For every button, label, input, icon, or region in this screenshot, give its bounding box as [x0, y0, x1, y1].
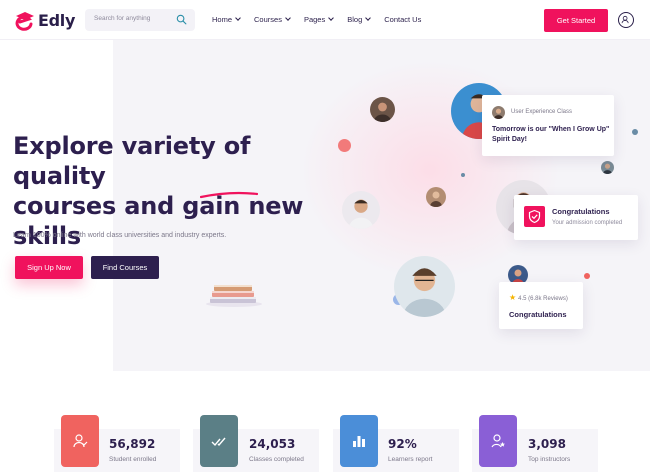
- stat-label: Student enrolled: [109, 456, 157, 463]
- decor-dot: [461, 173, 465, 177]
- check-icon: [211, 437, 226, 447]
- star-icon: ★: [509, 293, 517, 302]
- stat-icon-box: [340, 415, 378, 467]
- search-placeholder: Search for anything: [94, 15, 151, 22]
- nav-item-courses[interactable]: Courses: [254, 15, 291, 24]
- admission-badge-icon: [524, 206, 545, 227]
- nav-item-blog[interactable]: Blog: [347, 15, 372, 24]
- site-header: Edly Search for anything Home Courses Pa…: [0, 0, 650, 40]
- decor-dot: [338, 139, 351, 152]
- decor-dot: [584, 273, 590, 279]
- instructor-avatar: [492, 106, 505, 119]
- nav-label: Blog: [347, 15, 363, 24]
- student-icon: [73, 434, 88, 448]
- stat-label: Classes completed: [249, 456, 304, 463]
- stat-icon-box: [479, 415, 517, 467]
- chevron-down-icon: [365, 15, 372, 21]
- stat-value: 56,892: [109, 437, 156, 451]
- stat-value: 3,098: [528, 437, 566, 451]
- main-nav: Home Courses Pages Blog Contact Us: [212, 15, 435, 24]
- chevron-down-icon: [328, 15, 335, 21]
- student-avatar: [601, 161, 614, 174]
- sign-up-button[interactable]: Sign Up Now: [15, 256, 83, 279]
- class-tag: User Experience Class: [511, 109, 573, 115]
- class-message: Tomorrow is our "When I Grow Up" Spirit …: [492, 126, 610, 143]
- logo[interactable]: Edly: [14, 9, 75, 31]
- admission-subtitle: Your admission completed: [552, 220, 623, 226]
- nav-label: Contact Us: [384, 15, 422, 24]
- student-avatar: [394, 256, 455, 317]
- nav-item-home[interactable]: Home: [212, 15, 241, 24]
- hero-subtitle: Learn 100% online with world class unive…: [13, 232, 227, 239]
- user-account-button[interactable]: [618, 12, 634, 28]
- search-icon[interactable]: [176, 14, 187, 25]
- nav-item-pages[interactable]: Pages: [303, 15, 335, 24]
- rating-title: Congratulations: [509, 310, 567, 319]
- hero-glow: [300, 60, 560, 280]
- nav-label: Courses: [254, 15, 282, 24]
- class-notification-card: User Experience Class Tomorrow is our "W…: [482, 95, 614, 156]
- find-courses-button[interactable]: Find Courses: [91, 256, 159, 279]
- stat-value: 24,053: [249, 437, 296, 451]
- rating-card: ★ 4.5 (6.8k Reviews) Congratulations: [499, 282, 583, 329]
- chevron-down-icon: [235, 15, 241, 21]
- student-avatar: [342, 191, 380, 229]
- hero-title-line-1: Explore variety of quality: [13, 132, 251, 190]
- stat-icon-box: [200, 415, 238, 467]
- student-avatar: [426, 187, 446, 207]
- nav-label: Pages: [303, 15, 326, 24]
- stat-value: 92%: [388, 437, 417, 451]
- decor-dot: [632, 129, 638, 135]
- stat-label: Learners report: [388, 456, 433, 463]
- stat-icon-box: [61, 415, 99, 467]
- nav-label: Home: [212, 15, 233, 24]
- logo-mark-icon: [15, 12, 34, 31]
- logo-text: Edly: [38, 10, 76, 30]
- student-avatar: [370, 97, 395, 122]
- admission-card: Congratulations Your admission completed: [514, 195, 638, 240]
- hero-title-line-2: courses and gain new: [13, 191, 333, 221]
- admission-title: Congratulations: [552, 207, 610, 216]
- nav-item-contact[interactable]: Contact Us: [384, 15, 421, 24]
- chevron-down-icon: [285, 15, 291, 21]
- get-started-button[interactable]: Get Started: [544, 9, 608, 32]
- user-icon: [621, 15, 629, 24]
- rating-text: 4.5 (6.8k Reviews): [518, 296, 568, 302]
- search-input[interactable]: Search for anything: [85, 9, 195, 31]
- rating-row: ★ 4.5 (6.8k Reviews): [509, 293, 568, 302]
- highlight-underline: [200, 191, 258, 199]
- chart-icon: [353, 436, 365, 447]
- instructor-icon: [491, 434, 505, 448]
- stat-label: Top instructors: [528, 456, 571, 463]
- books-illustration: [206, 285, 262, 307]
